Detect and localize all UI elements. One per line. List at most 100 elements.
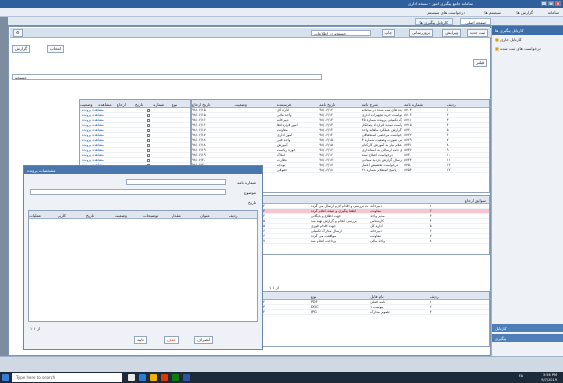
attach-grid-col-header[interactable]: نوع: [311, 294, 368, 299]
print-button[interactable]: چاپ: [381, 29, 395, 37]
taskview-icon[interactable]: [128, 374, 135, 381]
main-grid-cell: ۸: [446, 143, 449, 147]
view-record-link[interactable]: مشاهده پرونده: [82, 108, 104, 112]
menu-item-system[interactable]: سامانه: [548, 10, 559, 15]
main-grid-cell: ۹: [446, 148, 449, 152]
view-record-link[interactable]: مشاهده پرونده: [82, 153, 104, 157]
taskbar-search[interactable]: Type here to search: [12, 373, 122, 382]
chrome-icon[interactable]: [161, 374, 168, 381]
left-grid-header: نوع شماره تاریخ ارجاع مشاهده وضعیت: [80, 100, 190, 108]
field3-label: تاریخ: [248, 200, 256, 205]
main-grid-cell: ۱۳: [446, 168, 451, 172]
folder-icon[interactable]: [150, 374, 157, 381]
attach-grid-col-header[interactable]: ردیف: [430, 294, 487, 299]
referral-grid-cell: موافقت می گردد: [310, 234, 337, 238]
main-grid-col-header[interactable]: وضعیت: [234, 102, 274, 107]
close-button[interactable]: ✕: [555, 1, 561, 6]
lang-indicator[interactable]: FA: [519, 374, 523, 378]
start-icon[interactable]: [2, 374, 9, 381]
refresh-button[interactable]: بروزرسانی: [408, 29, 433, 37]
dialog-grid-col-header[interactable]: توضیحات: [143, 213, 170, 218]
left-grid-col-header[interactable]: تاریخ: [135, 102, 151, 107]
menu-item-systems[interactable]: سیستم ها: [484, 10, 501, 15]
dialog-grid-col-header[interactable]: مقدار: [172, 213, 199, 218]
referral-grid-cell: مدیر واحد: [370, 214, 385, 218]
main-grid-col-header[interactable]: ردیف: [447, 102, 487, 107]
main-grid-header: ردیف شماره نامه شرح نامه تاریخ نامه فرستنده و…: [192, 100, 489, 108]
dialog-grid-col-header[interactable]: کاربر: [58, 213, 85, 218]
main-grid-col-header[interactable]: شرح نامه: [362, 102, 402, 107]
cancel-button[interactable]: انصراف: [194, 336, 214, 344]
view-record-link[interactable]: مشاهده پرونده: [82, 158, 104, 162]
sidebar-title: کارتابل پیگیری ها: [492, 26, 563, 35]
left-grid-col-header[interactable]: نوع: [172, 102, 188, 107]
new-button[interactable]: ثبت جدید: [466, 29, 488, 37]
main-grid-col-header[interactable]: شماره نامه: [404, 102, 444, 107]
main-grid-cell: ۹۸/۰۶/۱۵: [192, 113, 206, 117]
dialog-grid-col-header[interactable]: وضعیت: [115, 213, 142, 218]
main-grid-cell: گزارش عملکرد ماهانه واحد: [361, 128, 402, 132]
sidebar-bottom-item-cartable[interactable]: کارتابل: [492, 324, 563, 332]
edge-icon[interactable]: [139, 374, 146, 381]
sidebar-bottom-item-followup[interactable]: پیگیری: [492, 334, 563, 342]
delete-button[interactable]: حذف: [164, 336, 179, 344]
main-grid-cell: ارسال مدارک تکمیلی پرونده شماره ۴۵: [361, 118, 402, 122]
dialog-grid-col-header[interactable]: ردیف: [229, 213, 256, 218]
left-grid-col-header[interactable]: مشاهده: [98, 102, 114, 107]
sidebar-item-label: درخواست های ثبت شده: [500, 46, 541, 51]
main-grid-cell: ۹۸/۰۶/۱۹: [192, 148, 206, 152]
field2-label: موضوع: [243, 190, 256, 195]
field2-input[interactable]: [30, 189, 226, 195]
filter-button[interactable]: فیلتر: [473, 59, 487, 67]
main-grid-cell: درخواست مرخصی استحقاقی: [361, 133, 403, 137]
referral-grid-cell: ۶: [429, 229, 432, 233]
select-button[interactable]: انتخاب: [47, 45, 64, 53]
excel-icon[interactable]: [172, 374, 179, 381]
menu-item-reports[interactable]: گزارش ها: [516, 10, 533, 15]
ok-button[interactable]: تایید: [134, 336, 147, 344]
view-record-link[interactable]: مشاهده پرونده: [82, 148, 104, 152]
dialog-grid-col-header[interactable]: تاریخ: [86, 213, 113, 218]
left-grid-col-header[interactable]: شماره: [153, 102, 169, 107]
view-record-link[interactable]: مشاهده پرونده: [82, 143, 104, 147]
minimize-button[interactable]: _: [541, 1, 547, 6]
main-grid-col-header[interactable]: تاریخ ارجاع: [192, 102, 232, 107]
view-record-link[interactable]: مشاهده پرونده: [82, 133, 104, 137]
main-grid-col-header[interactable]: فرستنده: [277, 102, 317, 107]
view-record-link[interactable]: مشاهده پرونده: [82, 118, 104, 122]
dialog-grid-col-header[interactable]: عنوان: [200, 213, 227, 218]
main-grid-cell: درخواست اصلاح سند: [361, 153, 393, 157]
menu-item-requests[interactable]: درخواست های سیستم: [427, 10, 465, 15]
view-record-link[interactable]: مشاهده پرونده: [82, 123, 104, 127]
edit-button[interactable]: ویرایش: [442, 29, 461, 37]
main-grid-cell: ۴: [446, 123, 449, 127]
word-icon[interactable]: [183, 374, 190, 381]
view-record-link[interactable]: مشاهده پرونده: [82, 113, 104, 117]
maximize-button[interactable]: □: [548, 1, 554, 6]
left-grid-col-header[interactable]: ارجاع: [117, 102, 133, 107]
attach-grid-cell: ۱: [429, 300, 432, 304]
left-toolbar-icon[interactable]: ⚙: [13, 29, 23, 37]
clock-time[interactable]: 3:56 PM: [543, 373, 557, 377]
main-grid-cell: واحد مالی: [276, 113, 292, 117]
left-grid-col-header[interactable]: وضعیت: [80, 102, 96, 107]
main-grid-cell: ۸۷۵۳: [404, 168, 412, 172]
attach-grid-col-header[interactable]: نام فایل: [370, 294, 427, 299]
main-grid-col-header[interactable]: تاریخ نامه: [319, 102, 359, 107]
tab-home[interactable]: صفحه اصلی: [460, 18, 491, 25]
field1-input[interactable]: [126, 179, 226, 185]
main-grid-cell: ۹۸/۰۶/۲۰: [192, 158, 206, 162]
sidebar-item-current[interactable]: ■ کارتابل جاری: [492, 35, 563, 44]
view-record-link[interactable]: مشاهده پرونده: [82, 138, 104, 142]
filter-input[interactable]: جستجو: [12, 74, 322, 80]
dialog-grid-col-header[interactable]: عملیات: [29, 213, 56, 218]
main-grid-cell: اداره کل: [276, 108, 290, 112]
main-grid-cell: ۹۸/۰۶/۱۸: [192, 138, 206, 142]
main-grid-cell: ۹۸/۰۶/۱۷: [319, 163, 333, 167]
report-button[interactable]: گزارش: [12, 45, 31, 53]
sidebar-item-registered[interactable]: ■ درخواست های ثبت شده: [492, 44, 563, 53]
view-record-link[interactable]: مشاهده پرونده: [82, 128, 104, 132]
attach-grid-cell: PDF: [310, 300, 318, 304]
search-input[interactable]: جستجو در اطلاعات: [311, 30, 371, 36]
tab-followups[interactable]: کارتابل پیگیری ها: [414, 18, 453, 25]
